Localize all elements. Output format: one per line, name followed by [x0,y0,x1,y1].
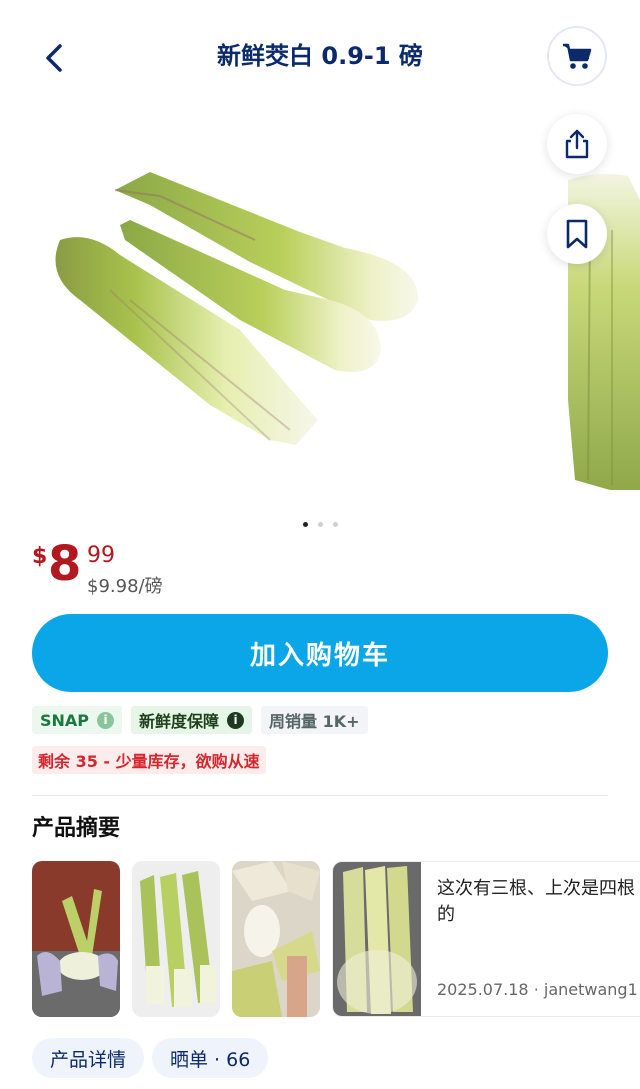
tab-reviews[interactable]: 晒单 · 66 [152,1038,269,1078]
review-photo [132,861,220,1017]
share-icon [565,129,589,159]
review-thumbnail[interactable] [32,861,120,1017]
badge-row: SNAP i 新鲜度保障 i 周销量 1K+ [32,706,368,734]
carousel-dot[interactable] [332,522,338,527]
price-cents: 99 [87,543,115,568]
carousel-indicator [0,522,640,527]
share-button[interactable] [547,114,607,174]
carousel-dot-active[interactable] [302,522,308,527]
cart-button[interactable] [547,26,607,86]
review-photo [333,862,421,1016]
price-integer: 8 [48,536,82,592]
freshness-label: 新鲜度保障 [139,712,220,731]
unit-price: $9.98/磅 [87,576,163,597]
info-icon: i [97,711,115,729]
stock-warning: 剩余 35 - 少量库存，欲购从速 [32,746,266,774]
product-image [55,172,640,490]
summary-heading: 产品摘要 [32,816,121,841]
review-meta: 2025.07.18 · janetwang1 [437,980,638,999]
review-text: 这次有三根、上次是四根的 [437,878,635,925]
review-card[interactable]: 这次有三根、上次是四根的 2025.07.18 · janetwang1 [332,861,640,1017]
carousel-dot[interactable] [317,522,323,527]
review-photo [32,861,120,1017]
snap-badge[interactable]: SNAP i [32,706,123,734]
review-gallery: 这次有三根、上次是四根的 2025.07.18 · janetwang1 [32,861,640,1017]
info-icon: i [227,711,245,729]
product-image-carousel[interactable] [0,110,640,510]
bookmark-button[interactable] [547,204,607,264]
divider [32,795,608,796]
page-title: 新鲜茭白 0.9-1 磅 [217,42,423,70]
snap-label: SNAP [40,710,90,730]
section-tabs: 产品详情 晒单 · 66 [32,1038,269,1078]
shopping-cart-icon [563,43,592,69]
review-photo [232,861,320,1017]
top-bar: 新鲜茭白 0.9-1 磅 [0,0,640,110]
bookmark-icon [566,219,588,249]
price-currency: $ [32,544,48,569]
tab-product-details[interactable]: 产品详情 [32,1038,145,1078]
weekly-sales-badge: 周销量 1K+ [261,706,368,734]
review-thumbnail[interactable] [232,861,320,1017]
freshness-guarantee-badge[interactable]: 新鲜度保障 i [131,706,253,734]
add-to-cart-button[interactable]: 加入购物车 [32,614,608,692]
review-thumbnail[interactable] [132,861,220,1017]
